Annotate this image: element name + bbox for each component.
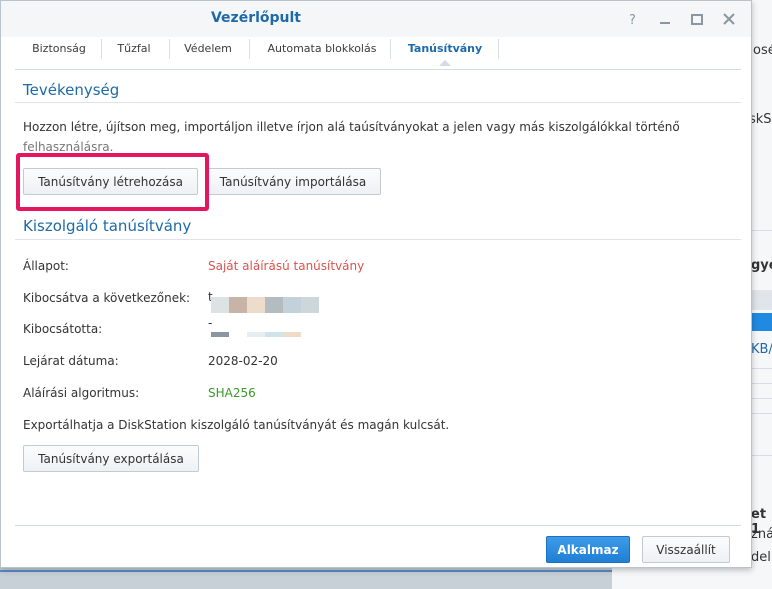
- tab-bar: Biztonság Tűzfal Védelem Automata blokko…: [15, 37, 741, 70]
- reset-button[interactable]: Visszaállít: [642, 536, 730, 563]
- background-text: zná: [751, 527, 772, 542]
- section-title-activity: Tevékenység: [23, 81, 120, 99]
- window-title: Vezérlőpult: [210, 10, 301, 26]
- status-value: Saját aláírású tanúsítvány: [208, 259, 365, 273]
- highlight-annotation: [16, 153, 209, 211]
- tab-vedelem[interactable]: Védelem: [173, 37, 243, 61]
- background-text: osé: [753, 43, 772, 58]
- background-text: KB/: [751, 342, 772, 357]
- tab-tanusitvany[interactable]: Tanúsítvány: [394, 37, 496, 61]
- tab-separator: [390, 39, 391, 59]
- issued-by-label: Kibocsátotta:: [23, 322, 103, 336]
- expiry-value: 2028-02-20: [208, 354, 278, 368]
- footer-divider: [15, 525, 741, 526]
- export-certificate-button[interactable]: Tanúsítvány exportálása: [23, 445, 199, 472]
- active-tab-indicator: [439, 60, 451, 66]
- tab-automata-blokkolas[interactable]: Automata blokkolás: [253, 37, 391, 61]
- background-text: gye: [751, 258, 772, 273]
- background-text: delk: [751, 550, 772, 565]
- tab-biztonsag[interactable]: Biztonság: [23, 37, 95, 61]
- activity-description: Hozzon létre, újítson meg, importáljon i…: [23, 120, 680, 134]
- help-icon[interactable]: ?: [625, 11, 641, 28]
- issued-by-value: -: [208, 316, 213, 330]
- divider: [15, 239, 741, 240]
- activity-description-cont: felhasználásra.: [23, 140, 114, 154]
- import-certificate-button[interactable]: Tanúsítvány importálása: [205, 168, 381, 195]
- tab-separator: [169, 39, 170, 59]
- tab-separator: [249, 39, 250, 59]
- issued-to-label: Kibocsátva a következőnek:: [23, 291, 191, 305]
- apply-button[interactable]: Alkalmaz: [546, 536, 630, 563]
- expiry-label: Lejárat dátuma:: [23, 354, 119, 368]
- background-accent-line: [0, 570, 612, 572]
- status-label: Állapot:: [23, 259, 69, 273]
- divider: [15, 102, 741, 103]
- maximize-icon[interactable]: [689, 11, 705, 27]
- tab-separator: [498, 39, 499, 59]
- close-icon[interactable]: [721, 11, 737, 27]
- control-panel-dialog: Vezérlőpult ? Biztonság Tűzfal Védelem A…: [0, 0, 752, 568]
- algorithm-label: Aláírási algoritmus:: [23, 386, 140, 400]
- export-note: Exportálhatja a DiskStation kiszolgáló t…: [23, 418, 450, 432]
- background-text: skS: [749, 112, 772, 127]
- minimize-icon[interactable]: [657, 11, 673, 27]
- algorithm-value: SHA256: [208, 386, 256, 400]
- section-title-server-certificate: Kiszolgáló tanúsítvány: [23, 217, 192, 235]
- tab-tuzfal[interactable]: Tűzfal: [105, 37, 163, 61]
- tab-separator: [101, 39, 102, 59]
- title-bar[interactable]: Vezérlőpult ?: [1, 1, 751, 37]
- svg-text:?: ?: [629, 13, 636, 27]
